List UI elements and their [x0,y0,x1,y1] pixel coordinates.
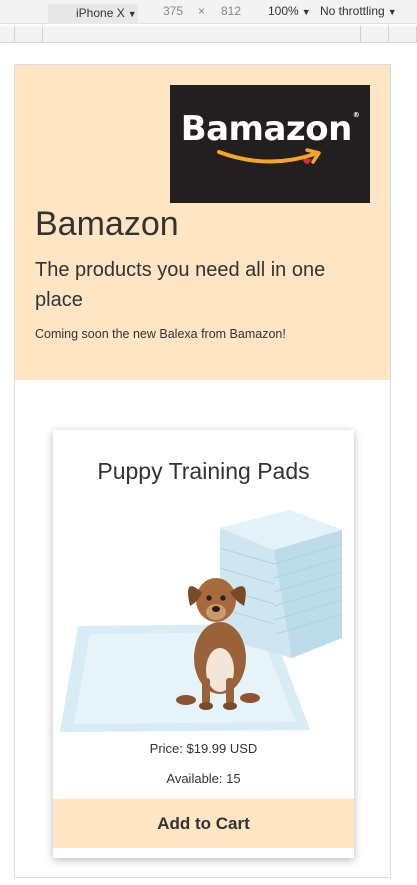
smile-arrow-icon [217,148,321,164]
times-icon: × [198,4,206,18]
media-query-bar [0,26,417,43]
device-toolbar: iPhone X ▼ 375 × 812 100% ▼ No throttling ▼ [0,0,417,24]
media-query-block[interactable] [43,26,361,42]
product-price: Price: $19.99 USD [149,741,258,756]
product-availability: Available: 15 [166,771,241,786]
logo-wordmark: Bamazon [180,109,353,149]
product-image[interactable] [60,508,348,734]
product-name: Puppy Training Pads [97,458,310,484]
media-query-block[interactable] [0,26,15,42]
throttle-select[interactable]: No throttling ▼ [320,4,397,18]
page-subtitle: The products you need all in one place [35,259,326,311]
hero-section: Bamazon® Bamazon The products you need a… [15,65,390,380]
caret-down-icon: ▼ [301,7,311,17]
announcement-text: Coming soon the new Balexa from Bamazon! [35,327,286,341]
zoom-value: 100% [268,4,299,18]
product-card: Puppy Training Pads Price: $19.99 USD Av… [53,430,354,858]
height-field[interactable]: 812 [221,4,241,18]
registered-mark: ® [352,111,360,119]
width-field[interactable]: 375 [163,4,183,18]
page-title: Bamazon [35,205,179,243]
caret-down-icon: ▼ [127,9,137,19]
device-select[interactable]: iPhone X ▼ [48,4,138,24]
zoom-select[interactable]: 100% ▼ [268,4,311,18]
device-viewport: Bamazon® Bamazon The products you need a… [14,64,391,878]
throttle-value: No throttling [320,4,385,18]
media-query-block[interactable] [361,26,389,42]
device-name: iPhone X [76,6,125,20]
caret-down-icon: ▼ [387,7,397,17]
media-query-block[interactable] [15,26,43,42]
bamazon-logo[interactable]: Bamazon® [170,85,370,203]
media-query-block[interactable] [389,26,417,42]
add-to-cart-button[interactable]: Add to Cart [53,799,354,848]
